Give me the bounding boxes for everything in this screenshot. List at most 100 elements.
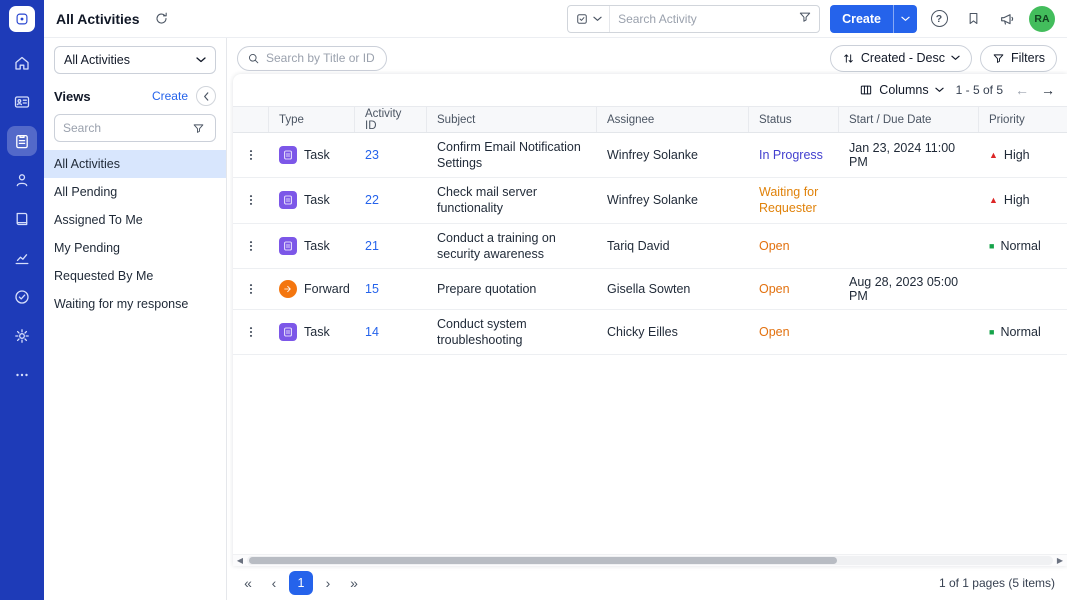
prev-page-button[interactable]: ‹ <box>263 572 285 594</box>
column-header-start-due-date[interactable]: Start / Due Date <box>839 107 979 132</box>
row-actions-button[interactable] <box>233 239 269 253</box>
table-toolbar: Columns 1 - 5 of 5 ← → <box>233 74 1067 106</box>
views-create-link[interactable]: Create <box>152 89 188 103</box>
views-collection-select[interactable]: All Activities <box>54 46 216 74</box>
activity-id-link[interactable]: 15 <box>365 282 379 296</box>
rail-customers-button[interactable] <box>7 165 37 195</box>
search-icon <box>248 53 259 63</box>
table-search <box>237 45 387 71</box>
avatar[interactable]: RA <box>1029 5 1055 32</box>
row-actions-button[interactable] <box>233 148 269 162</box>
activity-subject: Conduct system troubleshooting <box>437 316 527 347</box>
activity-assignee: Winfrey Solanke <box>607 148 699 162</box>
megaphone-icon <box>1001 13 1014 25</box>
filter-icon <box>193 123 203 133</box>
activity-type: Task <box>304 238 330 253</box>
next-page-button[interactable]: › <box>317 572 339 594</box>
scroll-right-icon[interactable]: ▶ <box>1055 556 1065 565</box>
chevron-down-icon <box>934 87 944 92</box>
rail-approvals-button[interactable] <box>7 282 37 312</box>
scroll-left-icon[interactable]: ◀ <box>235 556 245 565</box>
horizontal-scrollbar[interactable]: ◀ ▶ <box>233 554 1067 566</box>
activity-type: Forward <box>304 281 350 296</box>
table-row[interactable]: Task 21 Conduct a training on security a… <box>233 224 1067 269</box>
global-search-input[interactable] <box>610 11 792 26</box>
row-actions-button[interactable] <box>233 282 269 296</box>
bookmarks-button[interactable] <box>961 7 985 31</box>
column-header-type[interactable]: Type <box>269 107 355 132</box>
approvals-icon <box>15 290 29 304</box>
view-item-my-pending[interactable]: My Pending <box>44 234 226 262</box>
scrollbar-thumb[interactable] <box>249 557 838 564</box>
home-icon <box>15 56 29 70</box>
scrollbar-track[interactable] <box>247 556 1053 565</box>
filters-button[interactable]: Filters <box>979 44 1057 72</box>
column-header-status[interactable]: Status <box>749 107 839 132</box>
bookmark-icon <box>969 12 977 25</box>
activity-status: In Progress <box>759 148 823 162</box>
table-row[interactable]: Forward 15 Prepare quotation Gisella Sow… <box>233 269 1067 310</box>
chevron-left-icon <box>204 91 209 101</box>
help-button[interactable]: ? <box>927 7 951 31</box>
activity-id-link[interactable]: 14 <box>365 325 379 339</box>
rail-settings-button[interactable] <box>7 321 37 351</box>
question-icon: ? <box>930 10 948 27</box>
page-1-button[interactable]: 1 <box>289 571 313 595</box>
column-header-subject[interactable]: Subject <box>427 107 597 132</box>
table-search-input[interactable] <box>266 51 377 65</box>
activity-id-link[interactable]: 21 <box>365 239 379 253</box>
pagination-bar: « ‹ 1 › » 1 of 1 pages (5 items) <box>227 566 1067 600</box>
views-filter-button[interactable] <box>189 119 207 137</box>
task-type-icon <box>279 191 297 210</box>
column-header-actions <box>233 107 269 132</box>
table-row[interactable]: Task 22 Check mail server functionality … <box>233 178 1067 224</box>
activity-assignee: Gisella Sowten <box>607 281 691 296</box>
row-actions-button[interactable] <box>233 193 269 207</box>
view-item-assigned-to-me[interactable]: Assigned To Me <box>44 206 226 234</box>
view-item-all-activities[interactable]: All Activities <box>44 150 226 178</box>
list-toolbar: Created - Desc Filters <box>227 38 1067 74</box>
last-page-button[interactable]: » <box>343 572 365 594</box>
range-next-button[interactable]: → <box>1041 83 1055 97</box>
kebab-icon <box>249 240 253 251</box>
activity-status: Open <box>759 281 790 296</box>
activity-status: Open <box>759 324 790 339</box>
activity-type: Task <box>304 324 330 339</box>
task-type-icon <box>279 322 297 341</box>
rail-analytics-button[interactable] <box>7 243 37 273</box>
view-item-all-pending[interactable]: All Pending <box>44 178 226 206</box>
rail-home-button[interactable] <box>7 48 37 78</box>
view-item-waiting-for-my-response[interactable]: Waiting for my response <box>44 290 226 318</box>
views-search-input[interactable] <box>63 121 183 135</box>
column-header-assignee[interactable]: Assignee <box>597 107 749 132</box>
columns-label: Columns <box>879 83 929 97</box>
activity-id-link[interactable]: 23 <box>365 148 379 162</box>
refresh-button[interactable] <box>150 7 174 31</box>
columns-button[interactable]: Columns <box>859 83 944 97</box>
create-button[interactable]: Create <box>830 4 893 33</box>
views-collapse-button[interactable] <box>196 86 216 106</box>
activity-id-link[interactable]: 22 <box>365 193 379 207</box>
rail-knowledge-base-button[interactable] <box>7 204 37 234</box>
column-header-activity-id[interactable]: Activity ID <box>355 107 427 132</box>
activity-priority: Normal <box>1000 324 1041 339</box>
activity-date: Aug 28, 2023 05:00 PM <box>849 274 959 303</box>
announcements-button[interactable] <box>995 7 1019 31</box>
rail-more-button[interactable] <box>7 360 37 390</box>
views-panel: All Activities Views Create All Act <box>44 38 227 600</box>
view-item-requested-by-me[interactable]: Requested By Me <box>44 262 226 290</box>
create-menu-button[interactable] <box>893 4 917 33</box>
table-row[interactable]: Task 23 Confirm Email Notification Setti… <box>233 133 1067 178</box>
sort-button[interactable]: Created - Desc <box>829 44 972 72</box>
row-actions-button[interactable] <box>233 325 269 339</box>
rail-activities-button[interactable] <box>7 126 37 156</box>
activity-priority: High <box>1003 148 1030 162</box>
search-scope-button[interactable] <box>568 5 611 32</box>
search-filter-button[interactable] <box>791 6 819 32</box>
rail-contacts-button[interactable] <box>7 87 37 117</box>
column-header-priority[interactable]: Priority <box>979 107 1067 132</box>
activity-type: Task <box>304 148 330 162</box>
table-row[interactable]: Task 14 Conduct system troubleshooting C… <box>233 310 1067 355</box>
range-prev-button[interactable]: ← <box>1015 83 1029 97</box>
first-page-button[interactable]: « <box>237 572 259 594</box>
